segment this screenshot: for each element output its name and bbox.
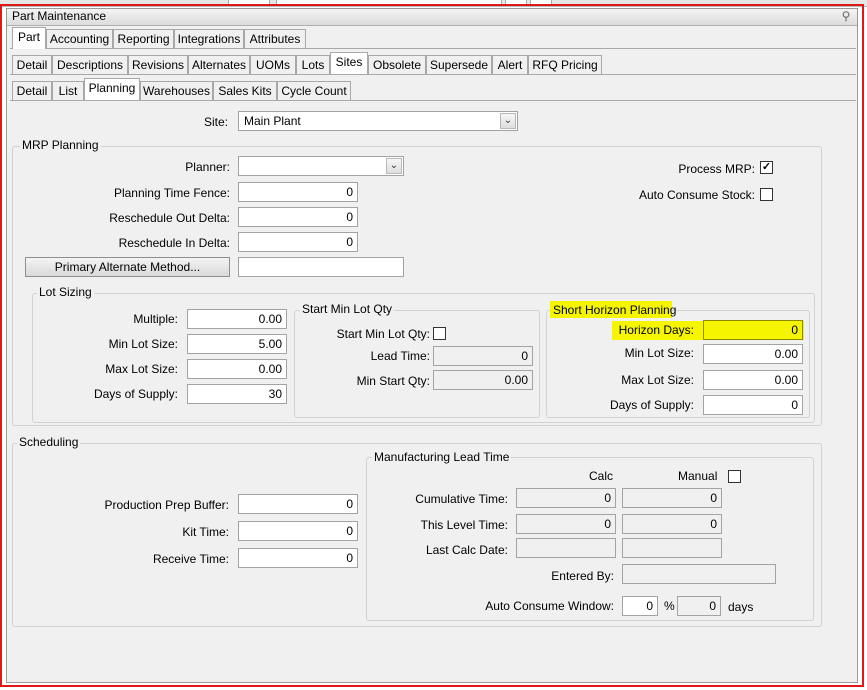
screen: Part Maintenance ⚲ Part Accounting Repor… xyxy=(0,0,867,690)
tab-sites[interactable]: Sites xyxy=(330,52,368,74)
red-outline-annotation xyxy=(0,4,864,687)
tab-part[interactable]: Part xyxy=(12,27,46,49)
tab-planning[interactable]: Planning xyxy=(84,78,140,100)
